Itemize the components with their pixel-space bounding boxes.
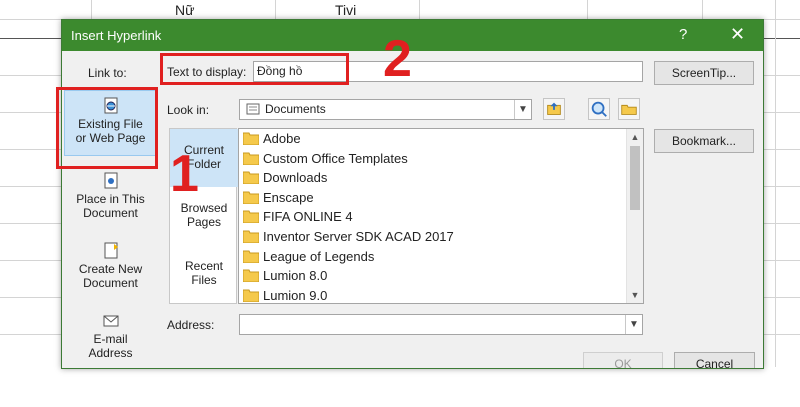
place-label-line1: Recent — [184, 259, 224, 273]
file-name: Inventor Server SDK ACAD 2017 — [263, 229, 454, 244]
link-to-label: Link to: — [88, 66, 127, 80]
bookmark-button[interactable]: Bookmark... — [654, 129, 754, 153]
file-list-item[interactable]: Downloads — [243, 168, 327, 187]
file-name: Enscape — [263, 189, 314, 205]
browse-file-button[interactable] — [618, 98, 640, 120]
file-list-scrollbar[interactable]: ▲ ▼ — [626, 129, 643, 303]
place-label-line1: Browsed — [180, 201, 228, 215]
file-name: Lumion 9.0 — [263, 287, 328, 303]
dialog-titlebar[interactable]: Insert Hyperlink ? ✕ — [62, 20, 763, 51]
file-name: FIFA ONLINE 4 — [263, 209, 353, 225]
file-name: Adobe — [263, 131, 301, 146]
link-to-label-line2: Document — [83, 276, 138, 290]
file-list[interactable]: Adobe Custom Office Templates Downloads Ens… — [238, 128, 644, 304]
link-to-label-line1: Create New — [78, 262, 143, 276]
look-in-value: Documents — [265, 102, 326, 116]
folder-icon — [243, 171, 259, 185]
scrollbar-thumb[interactable] — [630, 146, 640, 210]
file-list-item[interactable]: Lumion 9.0 — [243, 286, 328, 303]
folder-icon — [243, 191, 259, 204]
file-list-item[interactable]: Inventor Server SDK ACAD 2017 — [243, 227, 454, 246]
file-name: Custom Office Templates — [263, 150, 408, 166]
link-to-place-in-document[interactable]: Place in This Document — [64, 168, 157, 228]
file-list-item[interactable]: Lumion 8.0 — [243, 266, 327, 285]
up-folder-button[interactable] — [543, 98, 565, 120]
file-list-item[interactable]: FIFA ONLINE 4 — [243, 207, 353, 226]
up-folder-icon — [547, 102, 561, 115]
address-input[interactable]: ▼ — [239, 314, 643, 335]
place-recent-files[interactable]: Recent Files — [170, 245, 238, 303]
address-label: Address: — [167, 318, 215, 332]
screentip-button[interactable]: ScreenTip... — [654, 61, 754, 85]
close-button[interactable]: ✕ — [730, 24, 745, 45]
cell-nu[interactable]: Nữ — [175, 2, 194, 18]
dialog-title: Insert Hyperlink — [71, 28, 162, 43]
file-list-item[interactable]: League of Legends — [243, 247, 374, 266]
link-to-label-line1: Place in This — [76, 192, 145, 206]
annotation-number-1: 1 — [170, 145, 199, 203]
link-to-email-address[interactable]: E-mail Address — [64, 308, 157, 368]
open-folder-icon — [621, 104, 637, 115]
link-to-label-line2: Document — [83, 206, 138, 220]
file-name: Lumion 8.0 — [263, 268, 328, 284]
email-icon — [103, 315, 118, 327]
link-to-label-line2: Address — [88, 346, 133, 360]
folder-icon — [243, 210, 259, 224]
new-document-icon — [104, 242, 118, 259]
document-place-icon — [104, 172, 117, 189]
file-list-item[interactable]: Adobe — [243, 129, 301, 148]
annotation-number-2: 2 — [383, 30, 412, 88]
scroll-down-icon[interactable]: ▼ — [627, 287, 643, 303]
place-label-line2: Files — [191, 273, 217, 287]
link-to-create-new-document[interactable]: Create New Document — [64, 238, 157, 298]
look-in-select[interactable]: Documents ▼ — [239, 99, 532, 120]
link-to-label-line1: E-mail — [93, 332, 128, 346]
file-name: Downloads — [263, 170, 328, 186]
file-list-item[interactable]: Custom Office Templates — [243, 149, 408, 168]
file-list-item[interactable]: Enscape — [243, 188, 314, 207]
cancel-button[interactable]: Cancel — [674, 352, 755, 368]
folder-icon — [243, 132, 259, 145]
documents-folder-icon — [246, 103, 260, 115]
folder-icon — [243, 152, 259, 165]
cell-tivi[interactable]: Tivi — [335, 2, 356, 18]
folder-icon — [243, 250, 259, 263]
bottom-margin — [0, 367, 800, 407]
scroll-up-icon[interactable]: ▲ — [627, 129, 643, 145]
ok-button[interactable]: OK — [583, 352, 663, 368]
look-in-label: Look in: — [167, 103, 210, 117]
folder-icon — [243, 289, 259, 302]
help-button[interactable]: ? — [679, 26, 687, 43]
browse-web-button[interactable] — [588, 98, 610, 120]
place-label-line2: Pages — [186, 215, 222, 229]
folder-icon — [243, 269, 259, 283]
file-name: League of Legends — [263, 248, 375, 264]
search-web-icon — [591, 101, 607, 117]
folder-icon — [243, 230, 259, 243]
annotation-box-1 — [56, 87, 158, 169]
chevron-down-icon[interactable]: ▼ — [625, 315, 642, 334]
annotation-box-2 — [160, 53, 349, 85]
chevron-down-icon[interactable]: ▼ — [514, 100, 531, 119]
